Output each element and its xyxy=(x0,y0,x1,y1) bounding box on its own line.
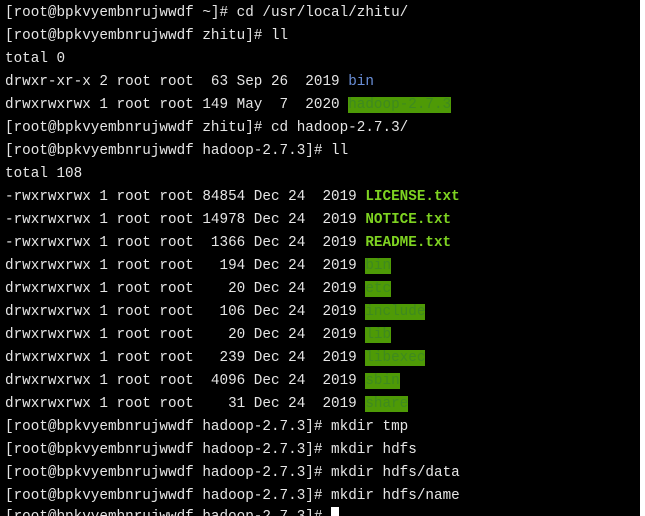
terminal-line: -rwxrwxrwx 1 root root 14978 Dec 24 2019… xyxy=(5,210,451,230)
command: mkdir tmp xyxy=(331,419,409,435)
terminal-line: drwxrwxrwx 1 root root 194 Dec 24 2019 b… xyxy=(5,256,392,276)
directory-name-highlighted: include xyxy=(365,304,426,320)
terminal-line: -rwxrwxrwx 1 root root 1366 Dec 24 2019 … xyxy=(5,233,451,253)
listing-total: total 108 xyxy=(5,166,83,182)
terminal-line: [root@bpkvyembnrujwwdf hadoop-2.7.3]# mk… xyxy=(5,440,417,460)
listing-meta: drwxrwxrwx 1 root root 4096 Dec 24 2019 xyxy=(5,373,366,389)
listing-meta: drwxrwxrwx 1 root root 106 Dec 24 2019 xyxy=(5,304,366,320)
terminal-line: [root@bpkvyembnrujwwdf ~]# cd /usr/local… xyxy=(5,3,408,23)
command: ll xyxy=(331,143,349,159)
directory-name: bin xyxy=(348,74,374,90)
listing-meta: drwxrwxrwx 1 root root 20 Dec 24 2019 xyxy=(5,281,366,297)
terminal-line: [root@bpkvyembnrujwwdf zhitu]# cd hadoop… xyxy=(5,118,408,138)
prompt: [root@bpkvyembnrujwwdf hadoop-2.7.3]# xyxy=(5,465,332,481)
listing-meta: -rwxrwxrwx 1 root root 84854 Dec 24 2019 xyxy=(5,189,366,205)
file-name: README.txt xyxy=(365,235,452,251)
terminal-window[interactable]: [root@bpkvyembnrujwwdf ~]# cd /usr/local… xyxy=(0,0,640,516)
terminal-line: drwxrwxrwx 1 root root 106 Dec 24 2019 i… xyxy=(5,302,426,322)
command: cd hadoop-2.7.3/ xyxy=(270,120,409,136)
prompt: [root@bpkvyembnrujwwdf zhitu]# xyxy=(5,28,271,44)
listing-meta: drwxrwxrwx 1 root root 31 Dec 24 2019 xyxy=(5,396,366,412)
listing-meta: drwxr-xr-x 2 root root 63 Sep 26 2019 xyxy=(5,74,349,90)
directory-name-highlighted: share xyxy=(365,396,409,412)
terminal-line: drwxrwxrwx 1 root root 149 May 7 2020 ha… xyxy=(5,95,452,115)
prompt: [root@bpkvyembnrujwwdf hadoop-2.7.3]# xyxy=(5,419,332,435)
terminal-line: drwxr-xr-x 2 root root 63 Sep 26 2019 bi… xyxy=(5,72,374,92)
terminal-line: -rwxrwxrwx 1 root root 84854 Dec 24 2019… xyxy=(5,187,460,207)
directory-name-highlighted: bin xyxy=(365,258,392,274)
listing-total: total 0 xyxy=(5,51,66,67)
terminal-line: drwxrwxrwx 1 root root 20 Dec 24 2019 li… xyxy=(5,325,392,345)
directory-name-highlighted: lib xyxy=(365,327,392,343)
terminal-line: [root@bpkvyembnrujwwdf hadoop-2.7.3]# mk… xyxy=(5,486,460,506)
prompt: [root@bpkvyembnrujwwdf ~]# xyxy=(5,5,237,21)
directory-name-highlighted: libexec xyxy=(365,350,426,366)
text-cursor xyxy=(331,507,340,516)
listing-meta: drwxrwxrwx 1 root root 20 Dec 24 2019 xyxy=(5,327,366,343)
listing-meta: -rwxrwxrwx 1 root root 1366 Dec 24 2019 xyxy=(5,235,366,251)
command: mkdir hdfs xyxy=(331,442,417,458)
terminal-line: drwxrwxrwx 1 root root 239 Dec 24 2019 l… xyxy=(5,348,426,368)
terminal-line: [root@bpkvyembnrujwwdf hadoop-2.7.3]# mk… xyxy=(5,417,408,437)
terminal-line: total 0 xyxy=(5,49,65,69)
terminal-line: drwxrwxrwx 1 root root 31 Dec 24 2019 sh… xyxy=(5,394,409,414)
terminal-line: drwxrwxrwx 1 root root 4096 Dec 24 2019 … xyxy=(5,371,400,391)
prompt: [root@bpkvyembnrujwwdf hadoop-2.7.3]# xyxy=(5,442,332,458)
terminal-input-line[interactable]: [root@bpkvyembnrujwwdf hadoop-2.7.3]# xyxy=(5,507,340,516)
command: mkdir hdfs/data xyxy=(331,465,460,481)
command: ll xyxy=(270,28,289,44)
prompt: [root@bpkvyembnrujwwdf zhitu]# xyxy=(5,120,271,136)
command: cd /usr/local/zhitu/ xyxy=(236,5,409,21)
listing-meta: -rwxrwxrwx 1 root root 14978 Dec 24 2019 xyxy=(5,212,366,228)
listing-meta: drwxrwxrwx 1 root root 239 Dec 24 2019 xyxy=(5,350,366,366)
prompt: [root@bpkvyembnrujwwdf hadoop-2.7.3]# xyxy=(5,509,331,516)
terminal-line: [root@bpkvyembnrujwwdf zhitu]# ll xyxy=(5,26,288,46)
directory-name-highlighted: sbin xyxy=(365,373,400,389)
file-name: NOTICE.txt xyxy=(365,212,452,228)
listing-meta: drwxrwxrwx 1 root root 149 May 7 2020 xyxy=(5,97,349,113)
prompt: [root@bpkvyembnrujwwdf hadoop-2.7.3]# xyxy=(5,143,332,159)
terminal-line: [root@bpkvyembnrujwwdf hadoop-2.7.3]# ll xyxy=(5,141,348,161)
terminal-line: total 108 xyxy=(5,164,82,184)
listing-meta: drwxrwxrwx 1 root root 194 Dec 24 2019 xyxy=(5,258,366,274)
prompt: [root@bpkvyembnrujwwdf hadoop-2.7.3]# xyxy=(5,488,332,504)
file-name: LICENSE.txt xyxy=(365,189,460,205)
terminal-line: [root@bpkvyembnrujwwdf hadoop-2.7.3]# mk… xyxy=(5,463,460,483)
terminal-line: drwxrwxrwx 1 root root 20 Dec 24 2019 et… xyxy=(5,279,392,299)
directory-name-highlighted: etc xyxy=(365,281,392,297)
directory-name-highlighted: hadoop-2.7.3 xyxy=(348,97,452,113)
command: mkdir hdfs/name xyxy=(331,488,460,504)
